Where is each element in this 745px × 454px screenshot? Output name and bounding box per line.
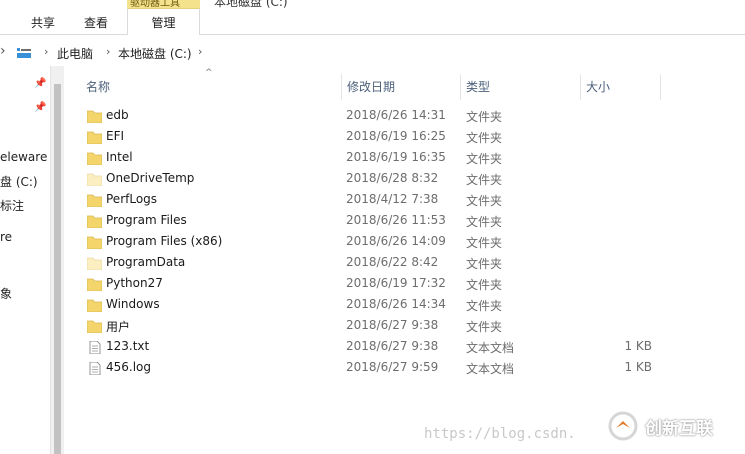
file-type: 文件夹 xyxy=(466,257,503,271)
table-row[interactable]: 456.log 2018/6/27 9:59 文本文档 1 KB xyxy=(84,358,664,379)
file-name: 用户 xyxy=(106,320,131,334)
folder-icon xyxy=(87,110,102,123)
watermark-brand: 创新互联 xyxy=(645,419,713,439)
sort-ascending-icon: ^ xyxy=(205,68,213,78)
breadcrumb-local-disk[interactable]: 本地磁盘 (C:) xyxy=(118,45,192,62)
folder-icon xyxy=(87,236,102,249)
window-title: 本地磁盘 (C:) xyxy=(214,0,288,9)
file-type: 文件夹 xyxy=(466,110,503,124)
address-bar[interactable]: › › 此电脑 › 本地磁盘 (C:) › xyxy=(0,40,745,66)
table-row[interactable]: Program Files (x86) 2018/6/26 14:09 文件夹 xyxy=(84,232,664,253)
file-date: 2018/4/12 7:38 xyxy=(346,192,439,206)
folder-icon xyxy=(87,257,102,270)
file-name: ProgramData xyxy=(106,255,186,269)
column-header-name[interactable]: 名称 xyxy=(86,76,110,100)
table-row[interactable]: Program Files 2018/6/26 11:53 文件夹 xyxy=(84,211,664,232)
chevron-right-icon[interactable]: › xyxy=(44,45,48,58)
folder-icon xyxy=(87,194,102,207)
pin-icon[interactable]: 📌 xyxy=(34,102,46,113)
nav-item-local-disk[interactable]: 盘 (C:) xyxy=(0,173,50,190)
file-type: 文件夹 xyxy=(466,215,503,229)
table-row[interactable]: edb 2018/6/26 14:31 文件夹 xyxy=(84,106,664,127)
nav-item[interactable]: re xyxy=(0,230,50,244)
folder-icon xyxy=(87,299,102,312)
file-type: 文件夹 xyxy=(466,152,503,166)
file-name: edb xyxy=(106,108,129,122)
column-header-date[interactable]: 修改日期 xyxy=(347,76,395,100)
file-date: 2018/6/19 16:25 xyxy=(346,129,446,143)
folder-icon xyxy=(87,278,102,291)
column-divider[interactable] xyxy=(460,74,461,100)
file-size: 1 KB xyxy=(624,360,652,374)
file-name: Intel xyxy=(106,150,133,164)
folder-icon xyxy=(87,173,102,186)
pin-icon[interactable]: 📌 xyxy=(34,78,46,89)
folder-icon xyxy=(87,152,102,165)
nav-item[interactable]: 象 xyxy=(0,285,50,302)
folder-icon xyxy=(87,215,102,228)
table-row[interactable]: Python27 2018/6/19 17:32 文件夹 xyxy=(84,274,664,295)
column-header-size[interactable]: 大小 xyxy=(586,76,610,100)
file-date: 2018/6/19 17:32 xyxy=(346,276,446,290)
file-size: 1 KB xyxy=(624,339,652,353)
table-row[interactable]: EFI 2018/6/19 16:25 文件夹 xyxy=(84,127,664,148)
file-name: Program Files xyxy=(106,213,187,227)
file-type: 文件夹 xyxy=(466,299,503,313)
file-type: 文件夹 xyxy=(466,173,503,187)
this-pc-icon xyxy=(17,48,31,58)
tab-file[interactable]: 文件 xyxy=(0,14,8,34)
tab-manage[interactable]: 管理 xyxy=(127,8,200,35)
tab-share[interactable]: 共享 xyxy=(31,14,55,34)
column-header-type[interactable]: 类型 xyxy=(466,76,490,100)
file-date: 2018/6/22 8:42 xyxy=(346,255,439,269)
file-name: Python27 xyxy=(106,276,163,290)
column-divider[interactable] xyxy=(341,74,342,100)
watermark-url: https://blog.csdn. xyxy=(424,426,576,442)
file-name: OneDriveTemp xyxy=(106,171,195,185)
file-date: 2018/6/28 8:32 xyxy=(346,171,439,185)
chevron-right-icon[interactable]: › xyxy=(0,43,6,59)
file-name: EFI xyxy=(106,129,125,143)
folder-icon xyxy=(87,131,102,144)
table-row[interactable]: ProgramData 2018/6/22 8:42 文件夹 xyxy=(84,253,664,274)
table-row[interactable]: OneDriveTemp 2018/6/28 8:32 文件夹 xyxy=(84,169,664,190)
file-type: 文件夹 xyxy=(466,320,503,334)
nav-item[interactable]: 标注 xyxy=(0,197,50,214)
file-date: 2018/6/26 14:34 xyxy=(346,297,446,311)
file-date: 2018/6/27 9:38 xyxy=(346,318,439,332)
file-date: 2018/6/26 11:53 xyxy=(346,213,446,227)
file-date: 2018/6/19 16:35 xyxy=(346,150,446,164)
file-name: PerfLogs xyxy=(106,192,158,206)
folder-icon xyxy=(87,320,102,333)
file-type: 文件夹 xyxy=(466,194,503,208)
table-row[interactable]: 用户 2018/6/27 9:38 文件夹 xyxy=(84,316,664,337)
file-date: 2018/6/26 14:09 xyxy=(346,234,446,248)
brand-logo-icon xyxy=(608,411,638,441)
file-name: Windows xyxy=(106,297,160,311)
table-row[interactable]: Windows 2018/6/26 14:34 文件夹 xyxy=(84,295,664,316)
nav-scrollbar[interactable] xyxy=(50,66,64,454)
file-date: 2018/6/26 14:31 xyxy=(346,108,446,122)
chevron-right-icon[interactable]: › xyxy=(106,45,110,58)
column-divider[interactable] xyxy=(660,74,661,100)
chevron-right-icon[interactable]: › xyxy=(198,45,202,58)
file-type: 文件夹 xyxy=(466,131,503,145)
ribbon: 文件 共享 查看 驱动器工具 管理 本地磁盘 (C:) xyxy=(0,0,745,35)
file-type: 文件夹 xyxy=(466,236,503,250)
table-row[interactable]: Intel 2018/6/19 16:35 文件夹 xyxy=(84,148,664,169)
file-name: Program Files (x86) xyxy=(106,234,223,248)
tab-view[interactable]: 查看 xyxy=(84,14,108,34)
breadcrumb-this-pc[interactable]: 此电脑 xyxy=(57,45,93,62)
nav-scrollbar-thumb[interactable] xyxy=(54,84,61,454)
table-row[interactable]: 123.txt 2018/6/27 9:38 文本文档 1 KB xyxy=(84,337,664,358)
table-row[interactable]: PerfLogs 2018/4/12 7:38 文件夹 xyxy=(84,190,664,211)
column-divider[interactable] xyxy=(580,74,581,100)
file-list: ^ 名称 修改日期 类型 大小 edb 2018/6/26 14:31 文件夹 EF… xyxy=(64,66,745,454)
file-type: 文件夹 xyxy=(466,278,503,292)
nav-item[interactable]: eleware D xyxy=(0,150,50,164)
